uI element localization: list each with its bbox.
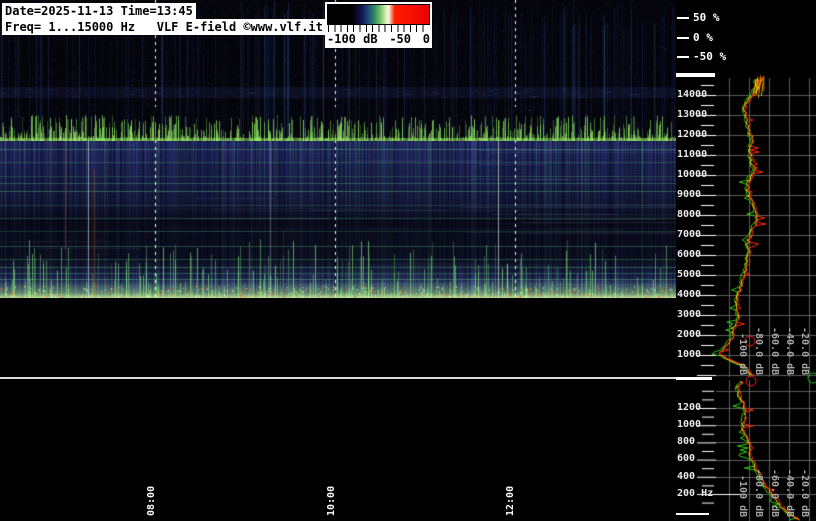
db-label-upper-40: -40.0 dB	[784, 327, 795, 376]
color-scale-labels: -100 dB -50 0	[327, 32, 430, 46]
amplitude-tick	[677, 56, 689, 58]
db-label-lower-100: -100 dB	[737, 475, 748, 518]
color-scale-max-label: 0	[422, 32, 430, 46]
time-label-1000: 10:00	[326, 483, 338, 518]
db-label-upper-80: -80.0 dB	[753, 327, 764, 376]
amplitude-tick	[677, 37, 689, 39]
freq-label-9000: 9000	[677, 189, 702, 200]
amplitude-label-neg50: -50 %	[693, 50, 727, 63]
color-scale-gradient	[327, 4, 430, 25]
freq-label-10000: 10000	[677, 169, 708, 180]
freq-label-13000: 13000	[677, 109, 708, 120]
freq-label-4000: 4000	[677, 289, 702, 300]
db-label-lower-80: -80.0 dB	[753, 469, 764, 518]
time-label-0800: 08:00	[146, 483, 158, 518]
freq-label-1200: 1200	[677, 402, 702, 413]
lower-scale-top-bar	[676, 377, 712, 380]
color-scale-ticks	[328, 25, 429, 32]
color-scale-mid-label: -50	[389, 32, 412, 46]
freq-label-2000: 2000	[677, 329, 702, 340]
color-scale: -100 dB -50 0	[325, 2, 432, 48]
date-time-readout: Date=2025-11-13 Time=13:45	[2, 3, 196, 19]
freq-label-6000: 6000	[677, 249, 702, 260]
db-label-lower-40: -40.0 dB	[784, 469, 795, 518]
db-label-upper-100: -100 dB	[737, 333, 748, 376]
upper-scale-top-bar	[676, 73, 715, 77]
freq-label-5000: 5000	[677, 269, 702, 280]
freq-label-8000: 8000	[677, 209, 702, 220]
db-label-upper-60: -60.0 dB	[769, 327, 780, 376]
freq-range-readout: Freq= 1...15000 Hz VLF E-field ©www.vlf.…	[2, 19, 326, 35]
panel-separator	[0, 377, 676, 379]
lower-scale-bottom-bar	[676, 513, 709, 515]
freq-label-14000: 14000	[677, 89, 708, 100]
freq-label-200hz: 200 Hz	[677, 488, 714, 499]
freq-label-400: 400	[677, 471, 696, 482]
db-label-lower-20: -20.0 dB	[799, 469, 810, 518]
freq-label-800: 800	[677, 436, 696, 447]
freq-label-12000: 12000	[677, 129, 708, 140]
spectrum-lab-window: Date=2025-11-13 Time=13:45 Freq= 1...150…	[0, 0, 816, 521]
freq-label-600: 600	[677, 453, 696, 464]
db-label-upper-20: -20.0 dB	[799, 327, 810, 376]
freq-label-1000b: 1000	[677, 419, 702, 430]
db-label-lower-60: -60.0 dB	[769, 469, 780, 518]
time-label-1200: 12:00	[505, 483, 517, 518]
freq-label-7000: 7000	[677, 229, 702, 240]
amplitude-label-0: 0 %	[693, 31, 713, 44]
freq-label-11000: 11000	[677, 149, 708, 160]
amplitude-tick	[677, 17, 689, 19]
amplitude-label-50: 50 %	[693, 11, 720, 24]
freq-label-1000: 1000	[677, 349, 702, 360]
freq-label-3000: 3000	[677, 309, 702, 320]
color-scale-min-label: -100 dB	[327, 32, 378, 46]
